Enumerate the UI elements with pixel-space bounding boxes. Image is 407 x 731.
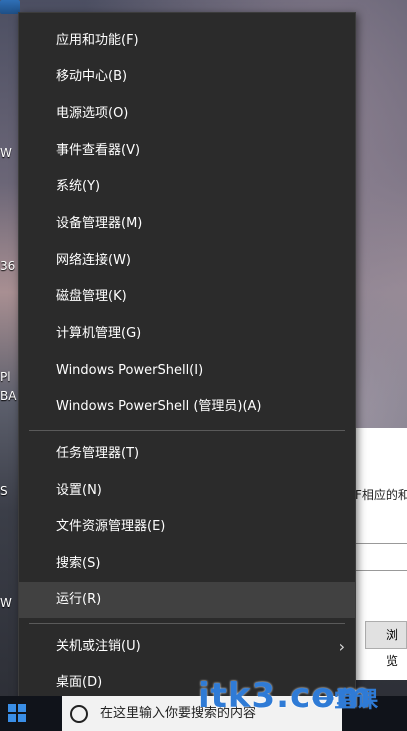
menu-item-power-options[interactable]: 电源选项(O) [19, 96, 355, 132]
menu-item-powershell[interactable]: Windows PowerShell(I) [19, 353, 355, 389]
browse-button[interactable]: 浏览 [365, 621, 407, 668]
menu-item-disk-management[interactable]: 磁盘管理(K) [19, 279, 355, 315]
chevron-right-icon: › [338, 637, 345, 656]
menu-separator [29, 623, 345, 624]
desktop-icon-label: W [0, 596, 12, 610]
menu-item-device-manager[interactable]: 设备管理器(M) [19, 206, 355, 242]
menu-item-apps-features[interactable]: 应用和功能(F) [19, 23, 355, 59]
menu-item-powershell-admin[interactable]: Windows PowerShell (管理员)(A) [19, 389, 355, 425]
desktop-icon-label: S [0, 484, 8, 498]
menu-item-system[interactable]: 系统(Y) [19, 169, 355, 205]
menu-item-event-viewer[interactable]: 事件查看器(V) [19, 133, 355, 169]
menu-separator [29, 430, 345, 431]
menu-item-settings[interactable]: 设置(N) [19, 473, 355, 509]
windows-start-icon[interactable] [8, 704, 32, 724]
menu-item-search[interactable]: 搜索(S) [19, 546, 355, 582]
desktop-icon-label: 36 [0, 259, 16, 273]
menu-item-computer-management[interactable]: 计算机管理(G) [19, 316, 355, 352]
dialog-input-line [355, 543, 407, 544]
dialog-partial-text: F相应的和 [355, 488, 407, 502]
desktop-icon[interactable] [0, 0, 20, 14]
menu-item-run[interactable]: 运行(R) [19, 582, 355, 618]
desktop-icon-label: W [0, 146, 12, 160]
search-icon [70, 705, 88, 723]
menu-item-label: 关机或注销(U) [56, 639, 141, 654]
watermark-sub-logo: 一堂课 [312, 688, 379, 713]
dialog-input-line [355, 570, 407, 571]
menu-item-mobility-center[interactable]: 移动中心(B) [19, 59, 355, 95]
winx-context-menu: 应用和功能(F) 移动中心(B) 电源选项(O) 事件查看器(V) 系统(Y) … [18, 12, 356, 704]
menu-item-shutdown-signout[interactable]: 关机或注销(U) › [19, 629, 355, 665]
desktop-icon-label: Pl [0, 370, 11, 384]
menu-item-network-connections[interactable]: 网络连接(W) [19, 243, 355, 279]
menu-item-file-explorer[interactable]: 文件资源管理器(E) [19, 509, 355, 545]
menu-item-task-manager[interactable]: 任务管理器(T) [19, 436, 355, 472]
desktop-icon-label: BA [0, 389, 17, 403]
